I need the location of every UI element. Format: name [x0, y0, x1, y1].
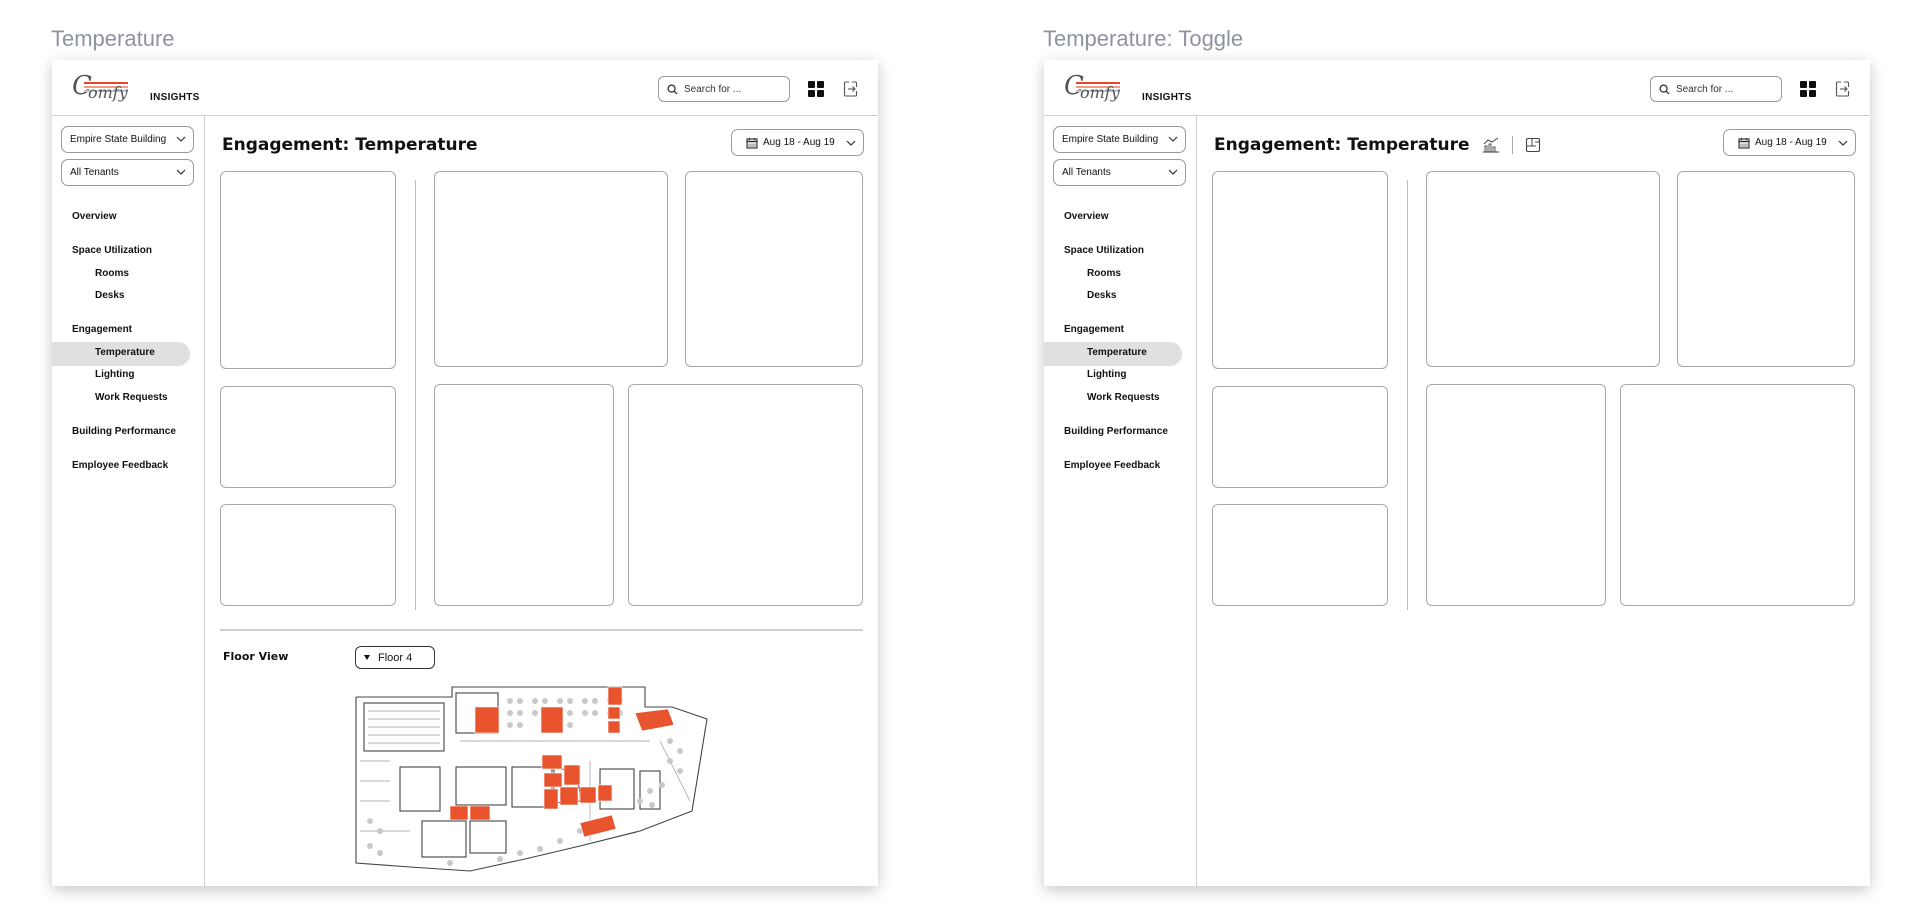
column-divider: [415, 180, 416, 610]
nav-item-work-requests[interactable]: Work Requests: [95, 392, 168, 403]
chart-card[interactable]: [434, 384, 614, 606]
calendar-icon: [1738, 137, 1750, 149]
section-divider: [220, 629, 863, 631]
chart-card[interactable]: [1677, 171, 1855, 367]
floor-plan-map[interactable]: [350, 681, 790, 886]
chevron-down-icon: [176, 136, 186, 142]
nav-item-building-performance[interactable]: Building Performance: [72, 426, 176, 437]
nav-item-overview[interactable]: Overview: [1064, 211, 1108, 222]
tenant-select-value: All Tenants: [70, 167, 119, 178]
search-icon: [667, 83, 678, 95]
nav-item-temperature[interactable]: Temperature: [1087, 347, 1147, 358]
chart-card[interactable]: [1212, 171, 1388, 369]
building-select[interactable]: Empire State Building: [61, 126, 194, 153]
logo-word: omfy: [88, 83, 128, 102]
dashboard-frame-temperature: C omfy INSIGHTS Search for ... Empire St…: [52, 60, 878, 886]
tenant-select-value: All Tenants: [1062, 167, 1111, 178]
chevron-down-icon: [1838, 140, 1848, 146]
chart-card[interactable]: [220, 171, 396, 369]
top-bar: C omfy INSIGHTS Search for ...: [52, 60, 878, 116]
app-logo[interactable]: C omfy INSIGHTS: [1064, 71, 1191, 103]
chart-card[interactable]: [628, 384, 863, 606]
top-bar: C omfy INSIGHTS Search for ...: [1044, 60, 1870, 116]
chart-card[interactable]: [220, 504, 396, 606]
search-input[interactable]: Search for ...: [658, 76, 790, 102]
building-select[interactable]: Empire State Building: [1053, 126, 1186, 153]
date-range-picker[interactable]: Aug 18 - Aug 19: [731, 129, 864, 156]
column-divider: [1407, 180, 1408, 610]
search-icon: [1659, 83, 1670, 95]
chevron-down-icon: [1168, 169, 1178, 175]
nav-item-employee-feedback[interactable]: Employee Feedback: [1064, 460, 1160, 471]
logout-icon[interactable]: [842, 80, 860, 98]
date-range-value: Aug 18 - Aug 19: [1755, 137, 1827, 148]
main-content: Engagement: Temperature Aug 18 - Aug 19: [205, 116, 878, 886]
apps-grid-icon[interactable]: [808, 81, 824, 97]
calendar-icon: [746, 137, 758, 149]
tenant-select[interactable]: All Tenants: [1053, 159, 1186, 186]
chart-card[interactable]: [685, 171, 863, 367]
floor-view-title: Floor View: [223, 650, 289, 663]
floorplan-view-icon[interactable]: [1525, 137, 1541, 153]
view-toggle: [1482, 136, 1541, 154]
logo-insights-label: INSIGHTS: [1142, 92, 1192, 103]
chart-card[interactable]: [1212, 386, 1388, 488]
nav-item-engagement[interactable]: Engagement: [1064, 324, 1124, 335]
nav-item-desks[interactable]: Desks: [95, 290, 124, 301]
nav-item-desks[interactable]: Desks: [1087, 290, 1116, 301]
floor-select[interactable]: Floor 4: [355, 646, 435, 669]
sidebar: Empire State Building All Tenants Overvi…: [1044, 116, 1197, 886]
toggle-divider: [1512, 136, 1513, 154]
frame-caption: Temperature: Toggle: [1043, 26, 1244, 51]
apps-grid-icon[interactable]: [1800, 81, 1816, 97]
floor-select-value: Floor 4: [378, 651, 413, 664]
chevron-down-icon: [1168, 136, 1178, 142]
nav-item-building-performance[interactable]: Building Performance: [1064, 426, 1168, 437]
nav-item-overview[interactable]: Overview: [72, 211, 116, 222]
chart-card[interactable]: [1426, 384, 1606, 606]
nav-item-space-utilization[interactable]: Space Utilization: [72, 245, 152, 256]
chevron-down-icon: [846, 140, 856, 146]
nav-item-work-requests[interactable]: Work Requests: [1087, 392, 1160, 403]
chart-view-icon[interactable]: [1482, 137, 1500, 153]
building-select-value: Empire State Building: [1062, 134, 1159, 145]
building-select-value: Empire State Building: [70, 134, 167, 145]
logo-word: omfy: [1080, 83, 1120, 102]
dashboard-frame-temperature-toggle: C omfy INSIGHTS Search for ... Empire St…: [1044, 60, 1870, 886]
date-range-value: Aug 18 - Aug 19: [763, 137, 835, 148]
nav-item-rooms[interactable]: Rooms: [95, 268, 129, 279]
search-input[interactable]: Search for ...: [1650, 76, 1782, 102]
nav-item-employee-feedback[interactable]: Employee Feedback: [72, 460, 168, 471]
page-title: Engagement: Temperature: [1214, 135, 1470, 155]
chevron-down-icon: [176, 169, 186, 175]
search-placeholder: Search for ...: [684, 83, 742, 95]
chart-card[interactable]: [1212, 504, 1388, 606]
nav-item-space-utilization[interactable]: Space Utilization: [1064, 245, 1144, 256]
tenant-select[interactable]: All Tenants: [61, 159, 194, 186]
search-placeholder: Search for ...: [1676, 83, 1734, 95]
frame-caption: Temperature: [51, 26, 175, 51]
chart-card[interactable]: [220, 386, 396, 488]
chart-card[interactable]: [1426, 171, 1660, 367]
chart-card[interactable]: [1620, 384, 1855, 606]
nav-item-engagement[interactable]: Engagement: [72, 324, 132, 335]
nav-item-lighting[interactable]: Lighting: [95, 369, 134, 380]
main-content: Engagement: Temperature Aug 18 - Aug 19: [1197, 116, 1870, 886]
nav-item-temperature[interactable]: Temperature: [95, 347, 155, 358]
triangle-down-icon: [364, 655, 370, 660]
chart-card[interactable]: [434, 171, 668, 367]
nav-item-rooms[interactable]: Rooms: [1087, 268, 1121, 279]
logo-insights-label: INSIGHTS: [150, 92, 200, 103]
logout-icon[interactable]: [1834, 80, 1852, 98]
app-logo[interactable]: C omfy INSIGHTS: [72, 71, 199, 103]
date-range-picker[interactable]: Aug 18 - Aug 19: [1723, 129, 1856, 156]
sidebar: Empire State Building All Tenants Overvi…: [52, 116, 205, 886]
page-title: Engagement: Temperature: [222, 135, 478, 155]
nav-item-lighting[interactable]: Lighting: [1087, 369, 1126, 380]
